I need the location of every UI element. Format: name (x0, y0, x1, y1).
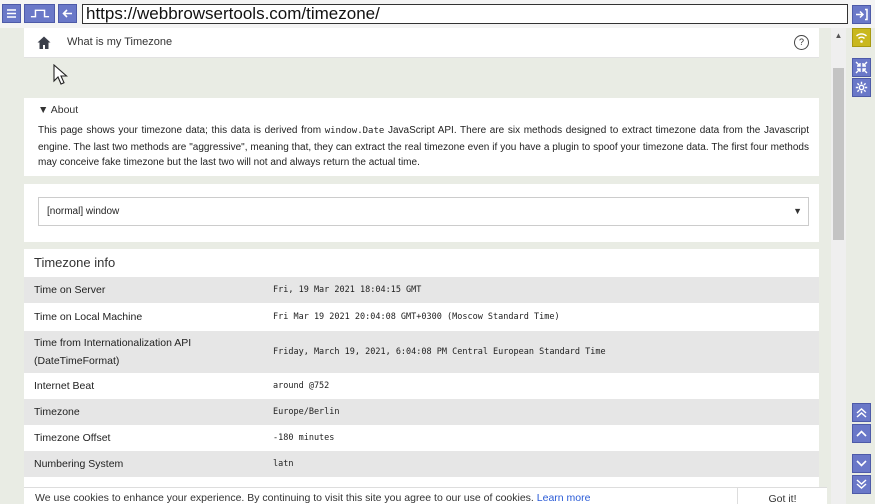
got-it-button[interactable]: Got it! (737, 488, 827, 504)
scrollbar-thumb[interactable] (833, 68, 844, 240)
wifi-button[interactable] (852, 28, 871, 47)
enter-button[interactable] (852, 5, 871, 24)
row-label: Time on Server (34, 284, 106, 296)
signal-icon (30, 9, 49, 18)
table-row: Numbering System latn (24, 451, 819, 477)
vertical-scrollbar[interactable]: ▲ (831, 28, 846, 504)
table-row: Timezone Offset -180 minutes (24, 425, 819, 451)
double-chevron-up-icon (856, 407, 867, 418)
row-label: Internet Beat (34, 380, 95, 392)
about-description: This page shows your timezone data; this… (38, 123, 809, 171)
chevron-up-icon (856, 430, 867, 437)
learn-more-link[interactable]: Learn more (537, 492, 591, 504)
row-label: Numbering System (34, 458, 124, 470)
row-value: -180 minutes (273, 433, 335, 443)
table-row: Time from Internationalization API (Date… (24, 331, 819, 373)
table-row: Internet Beat around @752 (24, 373, 819, 399)
chevron-down-icon (856, 460, 867, 467)
row-value: around @752 (273, 381, 330, 391)
row-value: Friday, March 19, 2021, 6:04:08 PM Centr… (273, 347, 606, 357)
back-arrow-icon (62, 9, 72, 18)
row-value: Fri, 19 Mar 2021 18:04:15 GMT (273, 285, 422, 295)
page-content: What is my Timezone ? ▼ About This page … (24, 28, 827, 504)
method-select-value: [normal] window (47, 206, 120, 217)
back-button[interactable] (58, 4, 77, 23)
cookie-text: We use cookies to enhance your experienc… (35, 492, 534, 504)
row-value: Europe/Berlin (273, 407, 340, 417)
enter-icon (856, 8, 868, 21)
method-select[interactable]: [normal] window ▼ (38, 197, 809, 226)
home-icon[interactable] (36, 35, 52, 51)
page-top-button[interactable] (852, 403, 871, 422)
timezone-info-section: Timezone info Time on Server Fri, 19 Mar… (24, 249, 819, 504)
row-label: Timezone (34, 406, 80, 418)
double-chevron-down-icon (856, 479, 867, 490)
cookie-banner: We use cookies to enhance your experienc… (24, 487, 827, 504)
scroll-up-arrow[interactable]: ▲ (831, 28, 846, 44)
row-label: Timezone Offset (34, 432, 111, 444)
about-code: window.Date (324, 126, 385, 136)
cookie-message: We use cookies to enhance your experienc… (35, 492, 590, 504)
about-section: ▼ About This page shows your timezone da… (24, 98, 819, 176)
row-value: latn (273, 459, 294, 469)
shrink-icon (855, 61, 868, 74)
gear-icon (855, 81, 868, 94)
table-row: Timezone Europe/Berlin (24, 399, 819, 425)
url-input[interactable]: https://webbrowsertools.com/timezone/ (82, 4, 848, 24)
about-text-part-1: This page shows your timezone data; this… (38, 125, 325, 136)
method-selector-section: [normal] window ▼ (24, 184, 819, 242)
signal-button[interactable] (24, 4, 55, 23)
page-down-button[interactable] (852, 454, 871, 473)
settings-button[interactable] (852, 78, 871, 97)
table-row: Time on Server Fri, 19 Mar 2021 18:04:15… (24, 277, 819, 303)
help-icon[interactable]: ? (794, 35, 809, 50)
mouse-cursor-icon (53, 64, 68, 85)
dropdown-arrow-icon: ▼ (793, 206, 802, 216)
shrink-button[interactable] (852, 58, 871, 77)
about-toggle[interactable]: ▼ About (38, 104, 809, 116)
menu-icon (7, 9, 16, 18)
page-title: What is my Timezone (67, 36, 173, 48)
row-label: Time on Local Machine (34, 311, 143, 323)
menu-button[interactable] (2, 4, 21, 23)
page-up-button[interactable] (852, 424, 871, 443)
page-bottom-button[interactable] (852, 475, 871, 494)
wifi-icon (856, 33, 867, 43)
timezone-info-title: Timezone info (34, 255, 116, 270)
table-row: Time on Local Machine Fri Mar 19 2021 20… (24, 303, 819, 331)
site-header: What is my Timezone ? (24, 28, 819, 58)
address-bar-region: https://webbrowsertools.com/timezone/ (0, 0, 875, 28)
row-value: Fri Mar 19 2021 20:04:08 GMT+0300 (Mosco… (273, 312, 560, 322)
row-label: Time from Internationalization API (Date… (34, 337, 192, 367)
